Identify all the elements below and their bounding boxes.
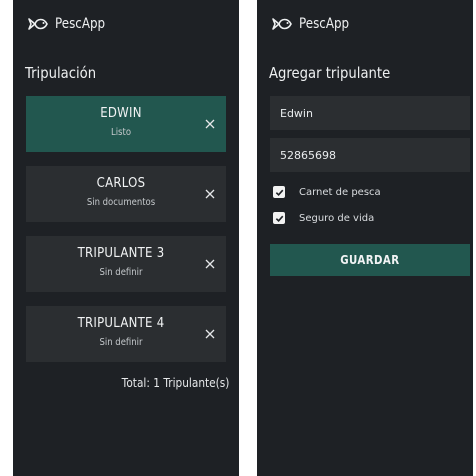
crew-card[interactable]: TRIPULANTE 4 Sin definir	[26, 306, 226, 362]
fish-logo-icon	[28, 18, 48, 30]
close-icon	[205, 259, 215, 269]
crew-list-screen: PescApp Tripulación EDWIN Listo CARLOS S…	[13, 0, 239, 476]
life-insurance-checkbox-row[interactable]: Seguro de vida	[273, 210, 374, 226]
remove-crew-button[interactable]	[198, 112, 222, 136]
crew-member-name: TRIPULANTE 4	[77, 316, 165, 331]
crew-card[interactable]: TRIPULANTE 3 Sin definir	[26, 236, 226, 292]
crew-member-name: EDWIN	[100, 106, 142, 121]
crew-member-name: CARLOS	[96, 176, 146, 191]
crew-name-input[interactable]	[270, 96, 470, 130]
save-button-label: GUARDAR	[340, 253, 400, 267]
app-bar: PescApp	[271, 12, 358, 36]
add-crew-title: Agregar tripulante	[269, 64, 391, 82]
add-crew-screen: PescApp Agregar tripulante Carnet de pes…	[257, 0, 473, 476]
fishing-license-checkbox-row[interactable]: Carnet de pesca	[273, 184, 381, 200]
checkmark-icon	[275, 215, 283, 222]
crew-member-status: Sin definir	[99, 337, 143, 348]
app-title: PescApp	[299, 16, 350, 32]
fishing-license-label: Carnet de pesca	[299, 186, 381, 198]
remove-crew-button[interactable]	[198, 322, 222, 346]
fish-logo-icon	[272, 18, 292, 30]
close-icon	[205, 189, 215, 199]
save-button[interactable]: GUARDAR	[270, 244, 470, 276]
life-insurance-label: Seguro de vida	[299, 212, 375, 224]
fishing-license-checkbox[interactable]	[273, 186, 285, 198]
checkmark-icon	[275, 189, 283, 196]
remove-crew-button[interactable]	[198, 252, 222, 276]
app-bar: PescApp	[27, 12, 114, 36]
crew-member-name: TRIPULANTE 3	[77, 246, 165, 261]
app-title: PescApp	[55, 16, 106, 32]
life-insurance-checkbox[interactable]	[273, 212, 285, 224]
crew-id-input[interactable]	[270, 138, 470, 172]
crew-member-status: Sin definir	[99, 267, 143, 278]
crew-card[interactable]: CARLOS Sin documentos	[26, 166, 226, 222]
crew-card[interactable]: EDWIN Listo	[26, 96, 226, 152]
crew-total: Total: 1 Tripulante(s)	[121, 376, 229, 390]
crew-member-status: Listo	[110, 127, 132, 138]
crew-member-status: Sin documentos	[86, 197, 156, 208]
crew-title: Tripulación	[25, 64, 97, 82]
close-icon	[205, 329, 215, 339]
remove-crew-button[interactable]	[198, 182, 222, 206]
close-icon	[205, 119, 215, 129]
